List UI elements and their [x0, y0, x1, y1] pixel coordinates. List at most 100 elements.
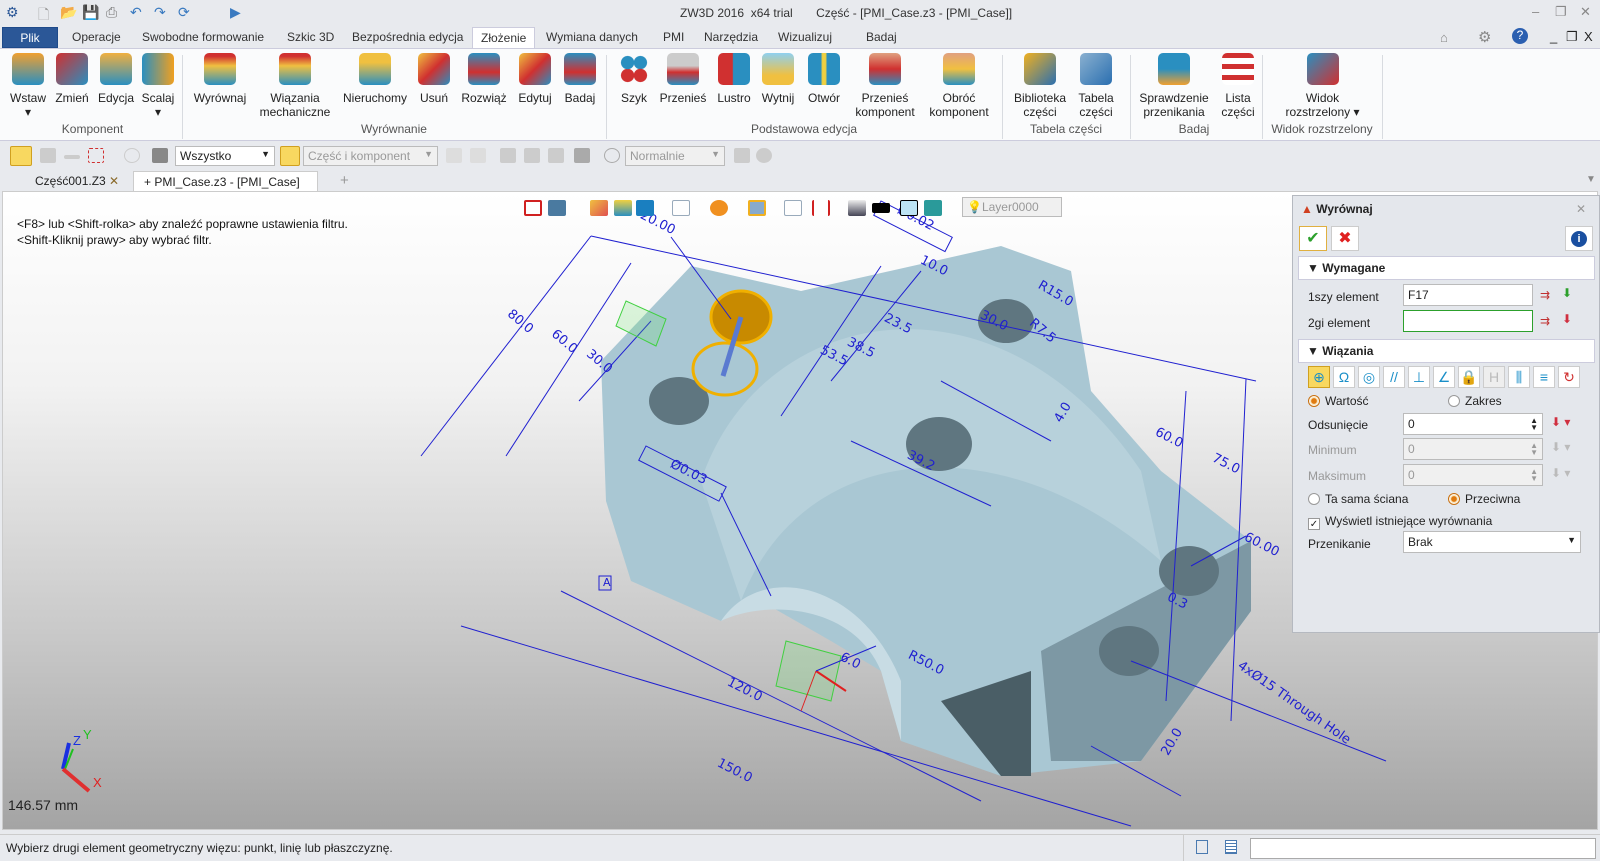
shading-icon[interactable]: [710, 200, 728, 216]
select-pointer-icon[interactable]: [10, 146, 32, 166]
mode-select[interactable]: Normalnie ▼: [625, 146, 725, 166]
show-existing-checkbox[interactable]: ✓ Wyświetl istniejące wyrównania: [1308, 514, 1492, 530]
change-button[interactable]: Zmień: [52, 53, 92, 105]
lasso-icon[interactable]: [124, 148, 140, 163]
centered-icon[interactable]: ≡: [1533, 366, 1555, 388]
settings-gear-icon[interactable]: ⚙: [1478, 28, 1491, 46]
layer-select[interactable]: 💡Layer0000: [962, 197, 1062, 217]
opposite-radio[interactable]: Przeciwna: [1448, 492, 1520, 506]
save-icon[interactable]: 💾: [82, 4, 99, 21]
spinner-icon[interactable]: ▲ ▼: [1530, 417, 1538, 432]
tab-bezposrednia[interactable]: Bezpośrednia edycja: [344, 27, 471, 48]
section-icon[interactable]: [614, 200, 632, 216]
part-library-button[interactable]: Biblioteka części: [1010, 53, 1070, 119]
tab-wymiana[interactable]: Wymiana danych: [538, 27, 646, 48]
tab-narzedzia[interactable]: Narzędzia: [696, 27, 766, 48]
pick-list-icon[interactable]: ⇉: [1540, 288, 1550, 302]
lock-icon[interactable]: 🔒: [1458, 366, 1480, 388]
section-constraints[interactable]: ▼ Wiązania: [1298, 339, 1595, 363]
color-black-swatch[interactable]: [872, 203, 890, 213]
exit-icon[interactable]: [524, 200, 542, 216]
perpendicular-icon[interactable]: ⊥: [1408, 366, 1430, 388]
pick-select[interactable]: Część i komponent ▼: [303, 146, 438, 166]
regen-icon[interactable]: ⟳: [178, 4, 190, 21]
offset-field[interactable]: 0 ▲ ▼: [1403, 413, 1543, 435]
section-required[interactable]: ▼ Wymagane: [1298, 256, 1595, 280]
gear-pointer-icon[interactable]: [756, 148, 772, 163]
undo-icon[interactable]: ↶: [130, 4, 142, 21]
concentric-icon[interactable]: ◎: [1358, 366, 1380, 388]
pointer-icon[interactable]: [734, 148, 750, 163]
align-button[interactable]: Wyrównaj: [190, 53, 250, 105]
insert-button[interactable]: Wstaw ▾: [8, 53, 48, 119]
pick-option-icon[interactable]: [470, 148, 486, 163]
rotate-component-button[interactable]: Obróć komponent: [924, 53, 994, 119]
tab-szkic3d[interactable]: Szkic 3D: [279, 27, 342, 48]
tab-operacje[interactable]: Operacje: [64, 27, 129, 48]
mechanical-constraints-button[interactable]: Wiązania mechaniczne: [255, 53, 335, 119]
color-light-swatch[interactable]: [900, 200, 918, 216]
interference-check-button[interactable]: Sprawdzenie przenikania: [1134, 53, 1214, 119]
move-button[interactable]: Przenieś: [658, 53, 708, 105]
tab-badaj[interactable]: Badaj: [858, 27, 905, 48]
exploded-view-button[interactable]: Widok rozstrzelony ▾: [1275, 53, 1370, 119]
first-element-field[interactable]: F17: [1403, 284, 1533, 306]
doctab-czesc001[interactable]: Część001.Z3 ✕: [25, 171, 129, 191]
command-input-icon[interactable]: [1196, 840, 1208, 854]
layer-icon[interactable]: [924, 200, 942, 216]
close-button[interactable]: ✕: [1580, 4, 1591, 20]
view-cube-icon[interactable]: [636, 200, 654, 216]
cut-button[interactable]: Wytnij: [758, 53, 798, 105]
part-table-button[interactable]: Tabela części: [1074, 53, 1118, 119]
restore-button[interactable]: ❐: [1555, 4, 1567, 20]
measure-icon[interactable]: [812, 200, 830, 216]
background-icon[interactable]: [848, 200, 866, 216]
interference-select[interactable]: Brak ▼: [1403, 531, 1581, 553]
pattern-button[interactable]: Szyk: [614, 53, 654, 105]
mirror-button[interactable]: Lustro: [712, 53, 756, 105]
add-icon[interactable]: [40, 148, 56, 163]
datum-label[interactable]: A: [603, 576, 611, 589]
symmetric-icon[interactable]: ⫼: [1508, 366, 1530, 388]
tab-zlozenie[interactable]: Złożenie: [472, 27, 536, 48]
second-element-field[interactable]: [1403, 310, 1533, 332]
tab-pmi[interactable]: PMI: [655, 27, 692, 48]
cancel-button[interactable]: ✖: [1331, 226, 1359, 251]
redo-icon[interactable]: ↷: [154, 4, 166, 21]
render-mode-icon[interactable]: [548, 200, 566, 216]
wireframe-cube-icon[interactable]: [672, 200, 690, 216]
filter-icon[interactable]: [152, 148, 168, 163]
pick-option-icon[interactable]: [500, 148, 516, 163]
tab-plik[interactable]: Plik: [2, 27, 58, 48]
edit-component-button[interactable]: Edycja: [96, 53, 136, 105]
new-tab-button[interactable]: +: [330, 169, 359, 189]
doc-minimize-button[interactable]: _: [1550, 29, 1557, 44]
solve-button[interactable]: Rozwiąż: [460, 53, 508, 105]
filter-select[interactable]: Wszystko ▼: [175, 146, 275, 166]
doc-close-button[interactable]: X: [1584, 29, 1593, 44]
pick-option-icon[interactable]: [548, 148, 564, 163]
check-constraint-button[interactable]: Badaj: [560, 53, 600, 105]
doctab-pmi-case[interactable]: + PMI_Case.z3 - [PMI_Case] ✕: [133, 171, 318, 203]
tab-swobodne[interactable]: Swobodne formowanie: [134, 27, 272, 48]
range-radio[interactable]: Zakres: [1448, 394, 1502, 408]
pick-list-icon[interactable]: ⇉: [1540, 314, 1550, 328]
doc-restore-button[interactable]: ❐: [1566, 29, 1578, 45]
box-select-icon[interactable]: [88, 148, 104, 163]
parallel-icon[interactable]: //: [1383, 366, 1405, 388]
coincident-icon[interactable]: ⊕: [1308, 366, 1330, 388]
tab-menu-icon[interactable]: ▼: [1576, 171, 1600, 191]
minimize-button[interactable]: –: [1532, 4, 1539, 19]
command-input[interactable]: [1250, 838, 1596, 859]
eraser-icon[interactable]: [590, 200, 608, 216]
value-radio[interactable]: Wartość: [1308, 394, 1369, 408]
open-file-icon[interactable]: 📂: [60, 4, 77, 21]
info-button[interactable]: i: [1565, 226, 1593, 251]
fixed-button[interactable]: Nieruchomy: [340, 53, 410, 105]
log-icon[interactable]: [1225, 840, 1237, 854]
angle-icon[interactable]: ∠: [1433, 366, 1455, 388]
tangent-icon[interactable]: Ω: [1333, 366, 1355, 388]
ok-button[interactable]: ✔: [1299, 226, 1327, 251]
pick-option-icon[interactable]: [524, 148, 540, 163]
delete-constraint-button[interactable]: Usuń: [414, 53, 454, 105]
